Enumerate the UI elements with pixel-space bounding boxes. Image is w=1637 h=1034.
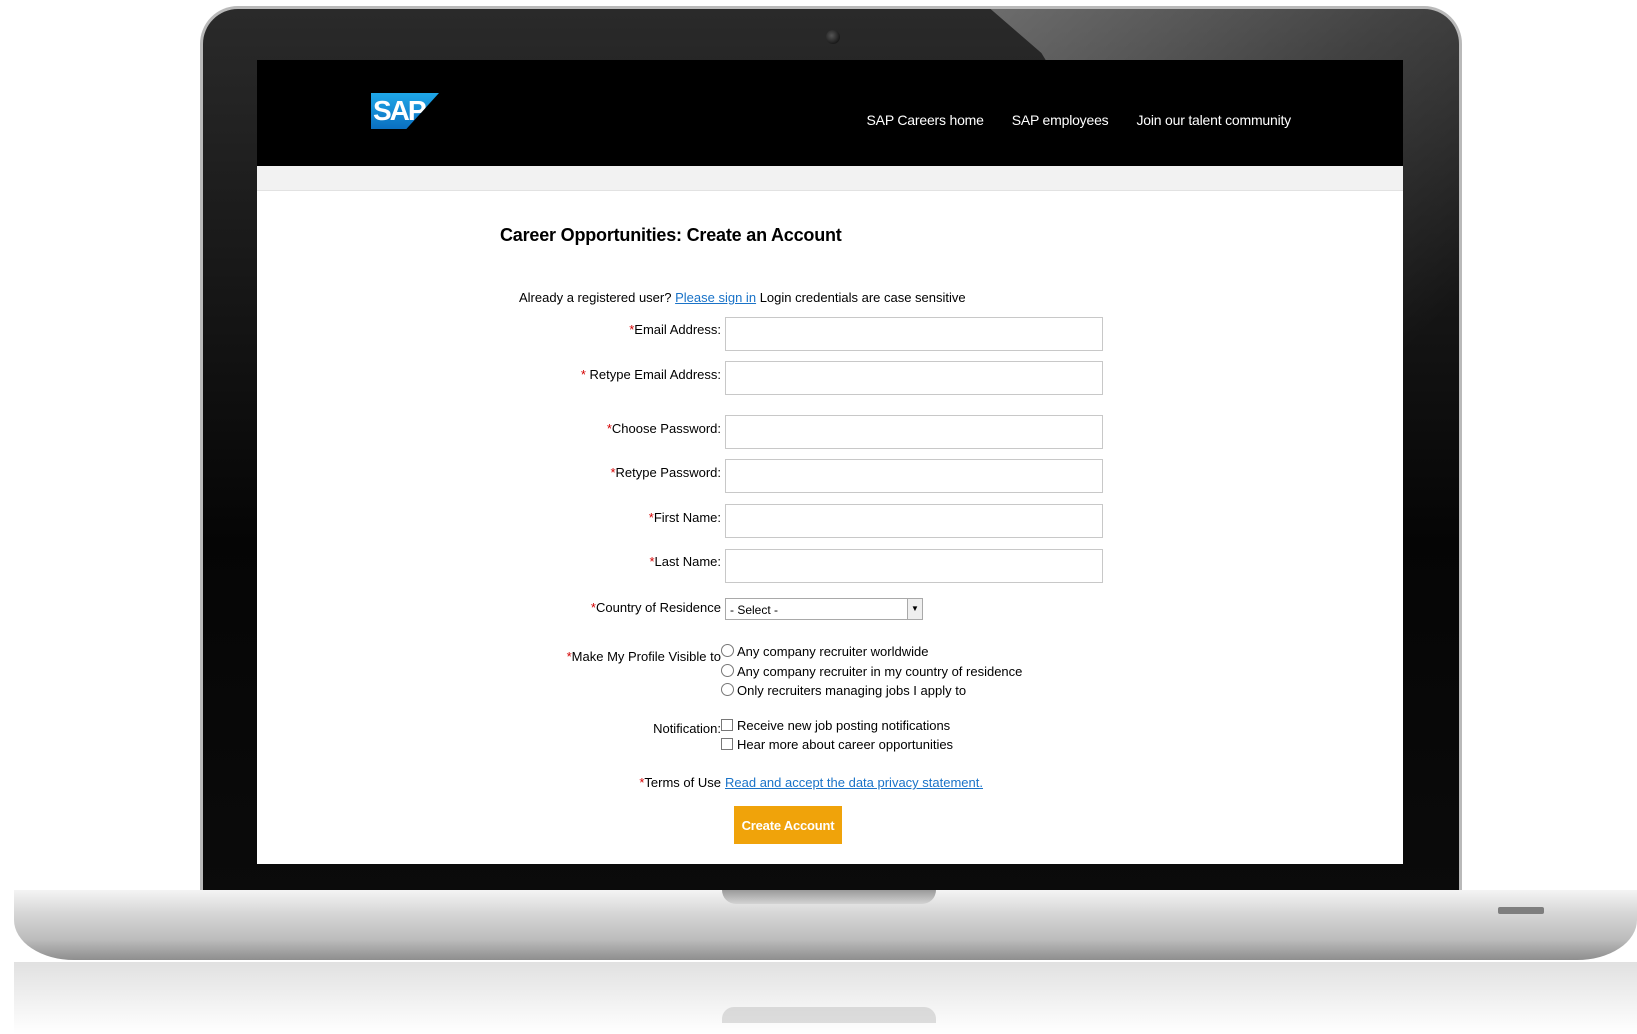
first-name-field[interactable]	[725, 504, 1103, 538]
email-field[interactable]	[725, 317, 1103, 351]
country-select[interactable]: - Select - ▼	[725, 598, 923, 620]
retype-password-label: *Retype Password:	[610, 465, 721, 480]
laptop-hinge-notch	[722, 890, 936, 904]
reflection-notch	[722, 1007, 936, 1023]
laptop-reflection	[14, 962, 1637, 1034]
dropdown-arrow-icon[interactable]: ▼	[907, 599, 922, 619]
email-label: *Email Address:	[629, 322, 721, 337]
nav-sap-employees[interactable]: SAP employees	[1012, 112, 1109, 128]
sap-logo[interactable]: SAP	[371, 93, 439, 129]
signin-suffix: Login credentials are case sensitive	[759, 290, 966, 305]
privacy-statement-link[interactable]: Read and accept the data privacy stateme…	[725, 775, 983, 790]
checkbox[interactable]	[721, 738, 733, 750]
sign-in-link[interactable]: Please sign in	[675, 290, 756, 305]
site-header: SAP SAP Careers home SAP employees Join …	[257, 60, 1403, 166]
password-label: *Choose Password:	[606, 421, 721, 436]
page-title: Career Opportunities: Create an Account	[500, 225, 842, 245]
camera-icon	[826, 30, 840, 44]
browser-screen: SAP SAP Careers home SAP employees Join …	[257, 60, 1403, 864]
notification-option-career[interactable]: Hear more about career opportunities	[721, 737, 953, 752]
laptop-slot	[1498, 907, 1544, 914]
visibility-option-my-jobs[interactable]: Only recruiters managing jobs I apply to	[721, 683, 966, 698]
create-account-button[interactable]: Create Account	[734, 806, 842, 844]
visibility-option-worldwide[interactable]: Any company recruiter worldwide	[721, 644, 928, 659]
visibility-label: *Make My Profile Visible to	[566, 649, 721, 664]
checkbox[interactable]	[721, 719, 733, 731]
radio-button[interactable]	[721, 664, 734, 677]
radio-button[interactable]	[721, 683, 734, 696]
nav-careers-home[interactable]: SAP Careers home	[867, 112, 984, 128]
signin-prefix: Already a registered user?	[519, 290, 672, 305]
signin-line: Already a registered user? Please sign i…	[519, 290, 966, 305]
last-name-label: *Last Name:	[649, 554, 721, 569]
radio-button[interactable]	[721, 644, 734, 657]
country-selected-value: - Select -	[730, 603, 779, 617]
first-name-label: *First Name:	[648, 510, 721, 525]
last-name-field[interactable]	[725, 549, 1103, 583]
retype-email-label: * Retype Email Address:	[580, 367, 721, 382]
retype-email-field[interactable]	[725, 361, 1103, 395]
notification-label: Notification:	[653, 721, 721, 736]
top-nav: SAP Careers home SAP employees Join our …	[867, 112, 1292, 128]
sub-header-bar	[257, 166, 1403, 191]
nav-talent-community[interactable]: Join our talent community	[1136, 112, 1291, 128]
terms-label: *Terms of Use	[639, 775, 721, 790]
password-field[interactable]	[725, 415, 1103, 449]
visibility-option-country[interactable]: Any company recruiter in my country of r…	[721, 664, 1022, 679]
sap-logo-text: SAP	[373, 95, 427, 126]
country-label: *Country of Residence	[590, 600, 721, 615]
notification-option-new-jobs[interactable]: Receive new job posting notifications	[721, 718, 950, 733]
retype-password-field[interactable]	[725, 459, 1103, 493]
